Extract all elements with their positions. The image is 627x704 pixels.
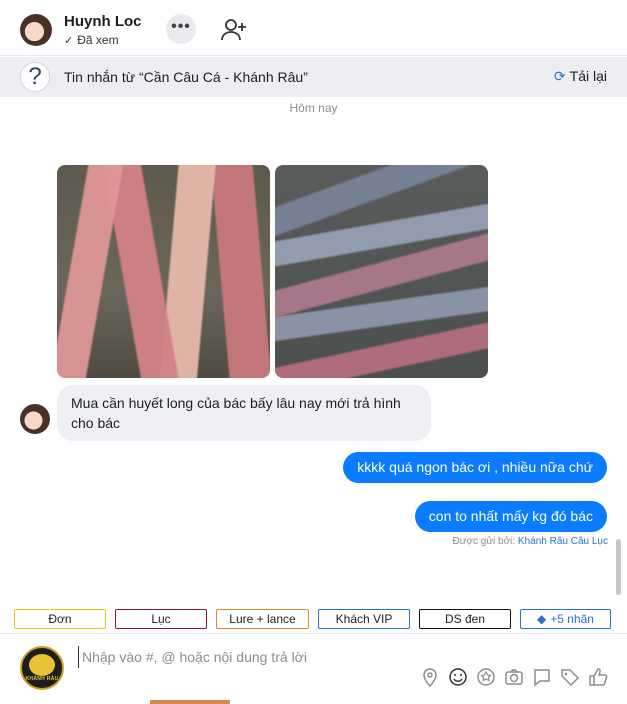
reload-button[interactable]: ⟳ Tải lại — [554, 68, 607, 85]
chat-icon[interactable] — [531, 666, 553, 688]
taskbar-indicator — [150, 700, 230, 704]
composer-tools — [419, 666, 609, 688]
tag-khach-vip[interactable]: Khách VIP — [318, 609, 410, 629]
incoming-message[interactable]: Mua cần huyết long của bác bấy lâu nay m… — [57, 385, 431, 441]
tag-ds-den[interactable]: DS đen — [419, 609, 511, 629]
scrollbar[interactable] — [616, 539, 621, 595]
reply-input[interactable] — [78, 646, 558, 668]
like-icon[interactable] — [587, 666, 609, 688]
page-logo: KHÁNH RÂU — [20, 646, 64, 690]
chat-header: Huynh Loc ✓ Đã xem ••• — [0, 0, 627, 56]
tag-don[interactable]: Đơn — [14, 609, 106, 629]
more-icon: ••• — [171, 18, 191, 35]
tag-icon[interactable] — [559, 666, 581, 688]
day-separator: Hôm nay — [289, 101, 338, 115]
logo-emblem — [29, 654, 55, 676]
tag-icon: ◆ — [537, 612, 547, 626]
more-tags-label: +5 nhãn — [550, 612, 594, 626]
add-user-icon[interactable] — [220, 16, 248, 44]
contact-name[interactable]: Huynh Loc — [64, 13, 142, 30]
composer: KHÁNH RÂU — [0, 633, 627, 704]
source-title: Tin nhắn từ “Cần Câu Cá - Khánh Râu” — [64, 69, 308, 85]
fish-photo-2[interactable] — [275, 165, 488, 378]
sent-by-info: Được gửi bởi: Khánh Râu Câu Lục — [453, 536, 608, 547]
sent-by-name[interactable]: Khánh Râu Câu Lục — [518, 536, 608, 547]
logo-text: KHÁNH RÂU — [25, 676, 59, 682]
tag-lure-lance[interactable]: Lure + lance — [216, 609, 309, 629]
question-icon[interactable]: ? — [20, 62, 50, 92]
message-source-bar: ? Tin nhắn từ “Cần Câu Cá - Khánh Râu” ⟳… — [0, 57, 627, 97]
message-list[interactable]: Hôm nay Mua cần huyết long của bác bấy l… — [0, 97, 627, 605]
sent-by-prefix: Được gửi bởi: — [452, 536, 518, 547]
reload-icon: ⟳ — [553, 68, 566, 84]
more-options-button[interactable]: ••• — [166, 14, 196, 44]
more-tags-button[interactable]: ◆ +5 nhãn — [520, 609, 611, 629]
check-icon: ✓ — [64, 35, 74, 47]
outgoing-message[interactable]: kkkk quá ngon bác ơi , nhiều nữa chứ — [343, 452, 607, 483]
emoji-icon[interactable] — [447, 666, 469, 688]
tag-luc[interactable]: Lục — [115, 609, 207, 629]
camera-icon[interactable] — [503, 666, 525, 688]
location-icon[interactable] — [419, 666, 441, 688]
seen-status: ✓ Đã xem — [64, 33, 119, 47]
seen-status-label: Đã xem — [77, 33, 119, 47]
contact-avatar[interactable] — [20, 14, 52, 46]
sticker-icon[interactable] — [475, 666, 497, 688]
tag-bar: Đơn Lục Lure + lance Khách VIP DS đen ◆ +… — [0, 605, 627, 633]
reload-label: Tải lại — [569, 68, 607, 84]
sender-avatar[interactable] — [20, 404, 50, 434]
outgoing-message[interactable]: con to nhất mấy kg đó bác — [414, 501, 607, 532]
fish-photo-1[interactable] — [57, 165, 270, 378]
